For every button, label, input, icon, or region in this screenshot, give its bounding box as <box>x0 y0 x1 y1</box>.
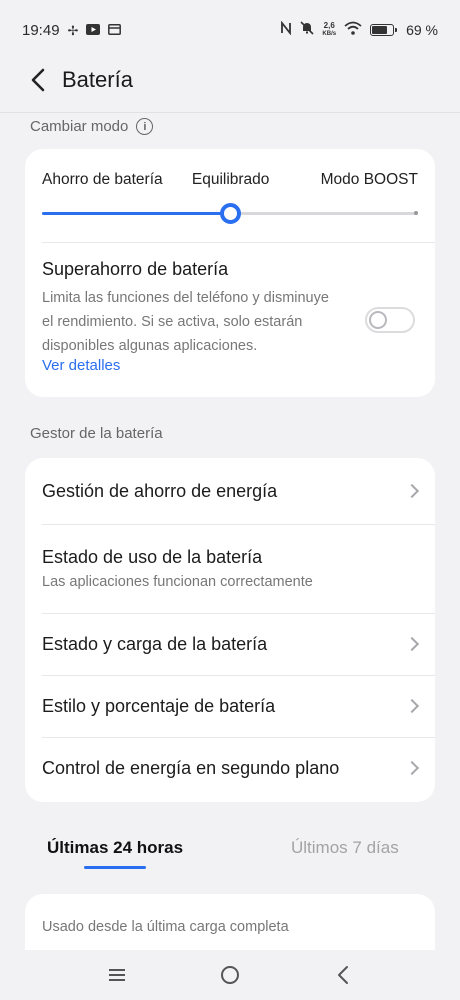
slider-end-dot <box>414 211 418 215</box>
mode-option-saver[interactable]: Ahorro de batería <box>42 171 163 189</box>
row-title: Estado y carga de la batería <box>42 633 268 654</box>
menu-icon <box>108 969 125 981</box>
manager-card: Gestión de ahorro de energía Estado de u… <box>25 458 435 802</box>
battery-icon <box>370 24 398 36</box>
row-battery-usage-status[interactable]: Estado de uso de la batería Las aplicaci… <box>25 524 435 613</box>
row-energy-saving-management[interactable]: Gestión de ahorro de energía <box>25 458 435 524</box>
info-icon[interactable]: i <box>136 118 154 135</box>
mode-section-title: Cambiar modo <box>30 118 129 135</box>
row-background-power-control[interactable]: Control de energía en segundo plano <box>25 737 435 799</box>
mode-card: Ahorro de batería Equilibrado Modo BOOST… <box>25 149 435 397</box>
row-subtitle: Las aplicaciones funcionan correctamente <box>42 574 313 590</box>
window-icon <box>108 22 122 39</box>
chevron-right-icon <box>404 698 420 714</box>
home-button[interactable] <box>215 960 245 990</box>
row-title: Control de energía en segundo plano <box>42 757 340 778</box>
usage-card-label: Usado desde la última carga completa <box>42 919 289 935</box>
header-divider <box>0 112 460 113</box>
page-title: Batería <box>62 67 133 92</box>
chevron-right-icon <box>404 760 420 776</box>
super-saver-title: Superahorro de batería <box>42 259 229 279</box>
row-title: Gestión de ahorro de energía <box>42 480 278 501</box>
slider-thumb[interactable] <box>220 203 241 224</box>
mode-slider[interactable] <box>42 203 418 224</box>
slider-fill <box>42 212 230 215</box>
row-title: Estilo y porcentaje de batería <box>42 695 276 716</box>
tab-indicator <box>84 866 146 869</box>
manager-section-title: Gestor de la batería <box>30 425 163 442</box>
app-bar: Batería <box>0 56 460 104</box>
net-speed: 2,6 KB/s <box>322 21 337 38</box>
system-nav-bar <box>0 950 460 1000</box>
fan-icon: ✢ <box>67 22 79 38</box>
mode-options: Ahorro de batería Equilibrado Modo BOOST <box>42 171 418 189</box>
nfc-icon <box>280 20 292 39</box>
chevron-right-icon <box>404 636 420 652</box>
card-divider <box>42 242 435 243</box>
chevron-right-icon <box>404 483 420 499</box>
status-time: 19:49 <box>22 21 60 39</box>
super-saver-toggle[interactable] <box>365 307 415 333</box>
row-battery-state-charge[interactable]: Estado y carga de la batería <box>25 613 435 675</box>
mode-section-label: Cambiar modo i <box>30 118 154 135</box>
system-back-button[interactable] <box>328 960 358 990</box>
manager-section-label: Gestor de la batería <box>30 425 163 442</box>
toggle-knob <box>369 311 387 329</box>
back-button[interactable] <box>24 66 52 94</box>
youtube-icon <box>86 22 101 39</box>
mode-option-boost[interactable]: Modo BOOST <box>321 171 418 189</box>
home-circle-icon <box>220 966 239 984</box>
usage-tabs: Últimas 24 horas Últimos 7 días <box>0 830 460 876</box>
battery-percent: 69 % <box>406 22 438 38</box>
mute-icon <box>300 21 314 39</box>
tab-last-7-days[interactable]: Últimos 7 días <box>291 838 399 858</box>
status-bar: 19:49 ✢ 2,6 KB/s 69 % <box>0 0 460 60</box>
super-saver-description: Limita las funciones del teléfono y dism… <box>42 290 329 354</box>
mode-option-balanced[interactable]: Equilibrado <box>192 171 270 189</box>
back-arrow-icon <box>31 68 45 92</box>
tab-last-24-hours[interactable]: Últimas 24 horas <box>47 838 183 858</box>
wifi-icon <box>344 21 362 39</box>
recent-apps-button[interactable] <box>102 960 132 990</box>
row-battery-style-percentage[interactable]: Estilo y porcentaje de batería <box>25 675 435 737</box>
back-triangle-icon <box>338 966 349 984</box>
see-details-link[interactable]: Ver detalles <box>42 357 120 374</box>
row-title: Estado de uso de la batería <box>42 547 263 567</box>
